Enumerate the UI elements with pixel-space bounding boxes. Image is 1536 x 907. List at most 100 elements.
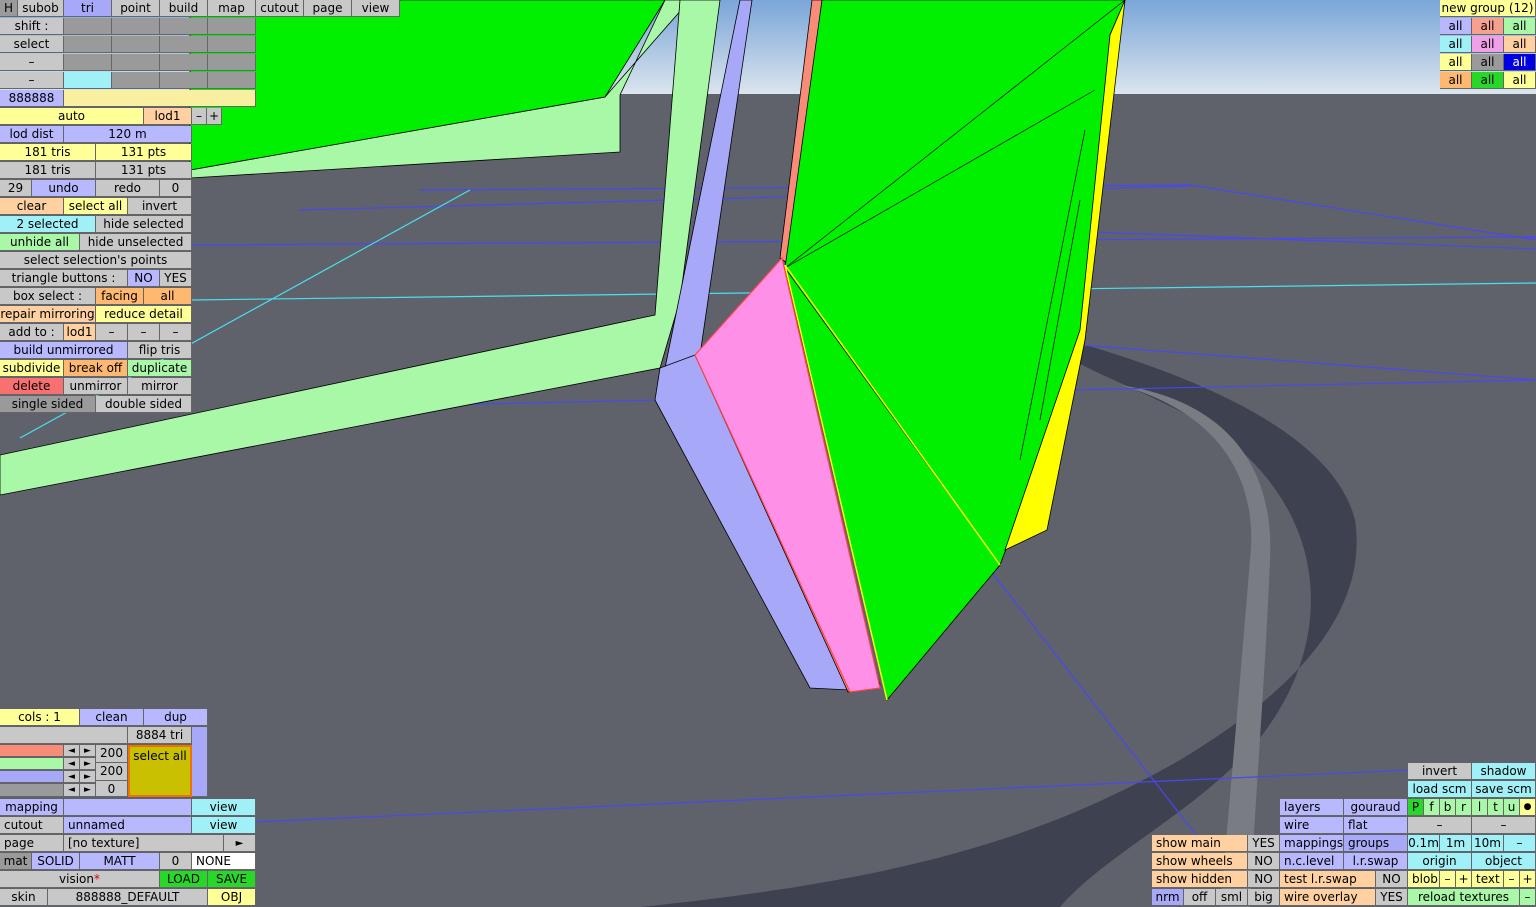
box-select-all[interactable]: all [144, 288, 192, 305]
value-1[interactable]: 200 [96, 745, 128, 763]
arrow-right-icon[interactable]: ► [80, 758, 96, 770]
show-hidden-button[interactable]: show hidden [1152, 871, 1248, 888]
grid-dash[interactable]: – [1504, 835, 1536, 852]
save-button[interactable]: SAVE [208, 871, 256, 888]
tab-page[interactable]: page [304, 0, 352, 17]
blob-minus[interactable]: – [1440, 871, 1456, 888]
test-lr-swap-value[interactable]: NO [1376, 871, 1408, 888]
arrow-right-icon[interactable]: ► [80, 745, 96, 757]
viewport-3d[interactable] [0, 0, 1536, 907]
arrow-right-icon[interactable]: ► [80, 771, 96, 783]
save-scm-button[interactable]: save scm [1472, 781, 1536, 798]
tab-build[interactable]: build [160, 0, 208, 17]
green-slider[interactable] [0, 758, 64, 770]
row4-slot-1[interactable] [64, 72, 112, 89]
row4-slot-4[interactable] [208, 72, 256, 89]
add-to-slot-1[interactable]: – [96, 324, 128, 341]
view-p[interactable]: P [1408, 799, 1424, 816]
triangle-buttons-no[interactable]: NO [128, 270, 160, 287]
mapping-view-button[interactable]: view [192, 799, 256, 816]
lod-minus[interactable]: – [192, 108, 207, 125]
gouraud-button[interactable]: gouraud [1344, 799, 1408, 816]
group-5[interactable]: all [1472, 36, 1504, 53]
mappings-button[interactable]: mappings [1280, 835, 1344, 852]
nrm-button[interactable]: nrm [1152, 889, 1184, 906]
row3-slot-1[interactable] [64, 54, 112, 71]
show-wheels-button[interactable]: show wheels [1152, 853, 1248, 870]
sml-button[interactable]: sml [1216, 889, 1248, 906]
row4-slot-2[interactable] [112, 72, 160, 89]
new-group-label[interactable]: new group (12) [1440, 0, 1536, 17]
group-9[interactable]: all [1504, 54, 1536, 71]
hide-selected-button[interactable]: hide selected [96, 216, 192, 233]
reduce-detail-button[interactable]: reduce detail [96, 306, 192, 323]
add-to-slot-3[interactable]: – [160, 324, 192, 341]
lod-select[interactable]: lod1 [144, 108, 192, 125]
group-10[interactable]: all [1440, 72, 1472, 89]
select-slot-3[interactable] [160, 36, 208, 53]
group-11[interactable]: all [1472, 72, 1504, 89]
group-12[interactable]: all [1504, 72, 1536, 89]
group-4[interactable]: all [1440, 36, 1472, 53]
grid-01m[interactable]: 0.1m [1408, 835, 1440, 852]
nc-level-button[interactable]: n.c.level [1280, 853, 1344, 870]
lod-dist-value[interactable]: 120 m [64, 126, 192, 143]
show-hidden-value[interactable]: NO [1248, 871, 1280, 888]
tab-point[interactable]: point [112, 0, 160, 17]
duplicate-button[interactable]: duplicate [128, 360, 192, 377]
arrow-left-icon[interactable]: ◄ [64, 745, 80, 757]
select-all-button[interactable]: select all [64, 198, 128, 215]
lod-auto[interactable]: auto [0, 108, 144, 125]
shadow-button[interactable]: shadow [1472, 763, 1536, 780]
skin-name[interactable]: 888888_DEFAULT [48, 889, 208, 906]
group-7[interactable]: all [1440, 54, 1472, 71]
groups-button[interactable]: groups [1344, 835, 1408, 852]
view-t[interactable]: t [1488, 799, 1504, 816]
arrow-right-icon[interactable]: ► [80, 784, 96, 797]
blob-button[interactable]: blob [1408, 871, 1440, 888]
arrow-left-icon[interactable]: ◄ [64, 771, 80, 783]
reload-dash[interactable]: – [1520, 889, 1536, 906]
view-b[interactable]: b [1440, 799, 1456, 816]
single-sided-button[interactable]: single sided [0, 396, 96, 413]
group-2[interactable]: all [1472, 18, 1504, 35]
cutout-value[interactable]: unnamed [64, 817, 192, 834]
big-button[interactable]: big [1248, 889, 1280, 906]
clear-button[interactable]: clear [0, 198, 64, 215]
tab-h[interactable]: H [0, 0, 18, 17]
mirror-button[interactable]: mirror [128, 378, 192, 395]
row3-slot-3[interactable] [160, 54, 208, 71]
flat-button[interactable]: flat [1344, 817, 1408, 834]
mat-none[interactable]: NONE [192, 853, 256, 870]
redo-button[interactable]: redo [96, 180, 160, 197]
group-6[interactable]: all [1504, 36, 1536, 53]
gray-slider[interactable] [0, 784, 64, 797]
box-select-facing[interactable]: facing [96, 288, 144, 305]
text-plus[interactable]: + [1520, 871, 1536, 888]
arrow-left-icon[interactable]: ◄ [64, 758, 80, 770]
triangle-buttons-yes[interactable]: YES [160, 270, 192, 287]
view-u[interactable]: u [1504, 799, 1520, 816]
view-dash-2[interactable]: – [1472, 817, 1536, 834]
blob-plus[interactable]: + [1456, 871, 1472, 888]
show-main-button[interactable]: show main [1152, 835, 1248, 852]
row3-slot-4[interactable] [208, 54, 256, 71]
invert-view-button[interactable]: invert [1408, 763, 1472, 780]
add-to-lod1[interactable]: lod1 [64, 324, 96, 341]
test-lr-swap-button[interactable]: test l.r.swap [1280, 871, 1376, 888]
unmirror-button[interactable]: unmirror [64, 378, 128, 395]
hide-unselected-button[interactable]: hide unselected [80, 234, 192, 251]
cols-label[interactable]: cols : 1 [0, 709, 80, 726]
view-r[interactable]: r [1456, 799, 1472, 816]
break-off-button[interactable]: break off [64, 360, 128, 377]
wire-overlay-value[interactable]: YES [1376, 889, 1408, 906]
show-wheels-value[interactable]: NO [1248, 853, 1280, 870]
mat-solid[interactable]: SOLID [32, 853, 80, 870]
tab-cutout[interactable]: cutout [256, 0, 304, 17]
invert-button[interactable]: invert [128, 198, 192, 215]
build-unmirrored-button[interactable]: build unmirrored [0, 342, 128, 359]
arrow-left-icon[interactable]: ◄ [64, 784, 80, 797]
double-sided-button[interactable]: double sided [96, 396, 192, 413]
vision-label[interactable]: vision* [0, 871, 160, 888]
select-all-swatch[interactable]: select all [128, 745, 192, 797]
